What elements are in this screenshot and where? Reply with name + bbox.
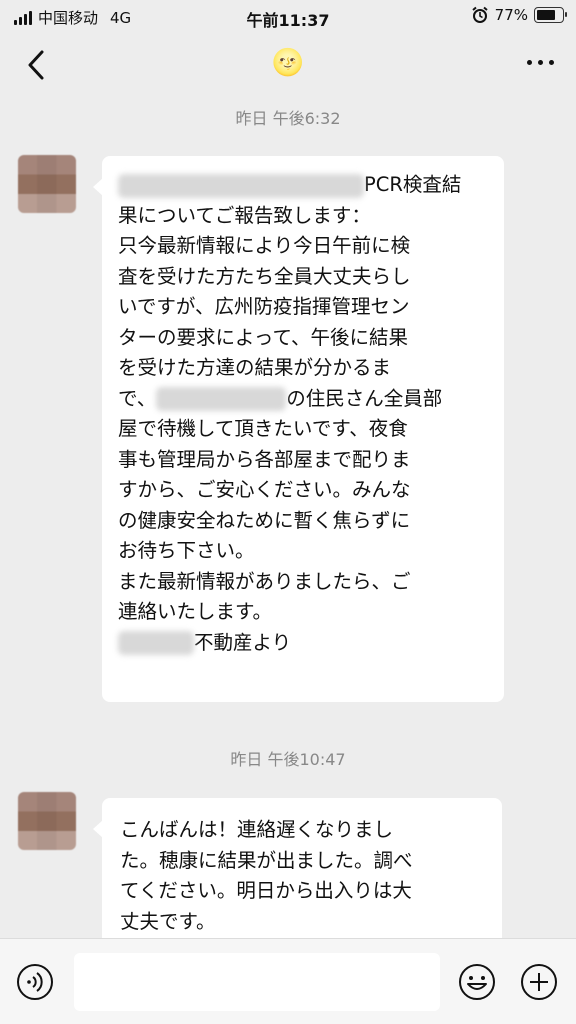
message-line: 屋で待機して頂きたいです、夜食 xyxy=(118,417,408,440)
voice-icon[interactable] xyxy=(16,963,54,1001)
nav-bar: 🌝 xyxy=(0,34,576,98)
emoji-icon[interactable] xyxy=(458,963,496,1001)
message-line: た。穂康に結果が出ました。調べ xyxy=(120,848,413,872)
redacted-block xyxy=(118,173,364,198)
message-line: の健康安全ねために暫く焦らずに xyxy=(118,508,411,532)
message-line: また最新情報がありましたら、ご xyxy=(118,569,411,593)
redacted-block xyxy=(118,631,194,655)
message-line: 連絡いたします。 xyxy=(118,600,273,623)
message-line: こんばんは！連絡遅くなりまし xyxy=(120,818,394,841)
redacted-block xyxy=(156,387,287,411)
chat-title: 🌝 xyxy=(271,48,305,78)
message-input[interactable] xyxy=(74,953,440,1011)
plus-icon[interactable] xyxy=(520,963,558,1001)
status-right: 77% xyxy=(471,6,567,24)
message-line: 査を受けた方たち全員大丈夫らし xyxy=(118,264,411,288)
alarm-icon xyxy=(472,6,488,23)
message-line: 丈夫です。 xyxy=(120,909,216,933)
message-line: いですが、広州防疫指揮管理セン xyxy=(118,295,410,318)
message-line: PCR検査結 xyxy=(118,170,490,201)
more-icon[interactable] xyxy=(527,60,554,65)
message-line: を受けた方達の結果が分かるま xyxy=(118,356,392,379)
message-line: すから、ご安心ください。みんな xyxy=(118,478,411,501)
message-timestamp: 昨日 午後6:32 xyxy=(235,109,341,128)
message-line: で、 の住民さん全員部 xyxy=(118,386,443,411)
battery-icon xyxy=(534,7,567,23)
message-line: ターの要求によって、午後に結果 xyxy=(118,325,408,349)
avatar[interactable] xyxy=(18,792,76,850)
message-line: 不動産より xyxy=(118,628,490,659)
battery-percent: 77% xyxy=(494,6,528,24)
status-bar: 中国移动 4G 午前11:37 77% xyxy=(0,0,576,34)
input-bar xyxy=(0,938,576,1024)
message-line: 果についてご報告致します： xyxy=(118,203,371,227)
message-line: てください。明日から出入りは大 xyxy=(120,879,412,902)
message-bubble[interactable]: PCR検査結 果についてご報告致します： 只今最新情報により今日午前に検 査を受… xyxy=(93,156,504,702)
message-line: 只今最新情報により今日午前に検 xyxy=(118,234,411,257)
avatar[interactable] xyxy=(18,155,76,213)
message-timestamp: 昨日 午後10:47 xyxy=(230,750,346,769)
message-line: お待ち下さい。 xyxy=(118,539,255,562)
message-bubble[interactable]: こんばんは！連絡遅くなりまし た。穂康に結果が出ました。調べ てください。明日か… xyxy=(93,798,502,948)
battery-fill xyxy=(537,10,555,20)
message-line: 事も管理局から各部屋まで配りま xyxy=(118,447,411,471)
